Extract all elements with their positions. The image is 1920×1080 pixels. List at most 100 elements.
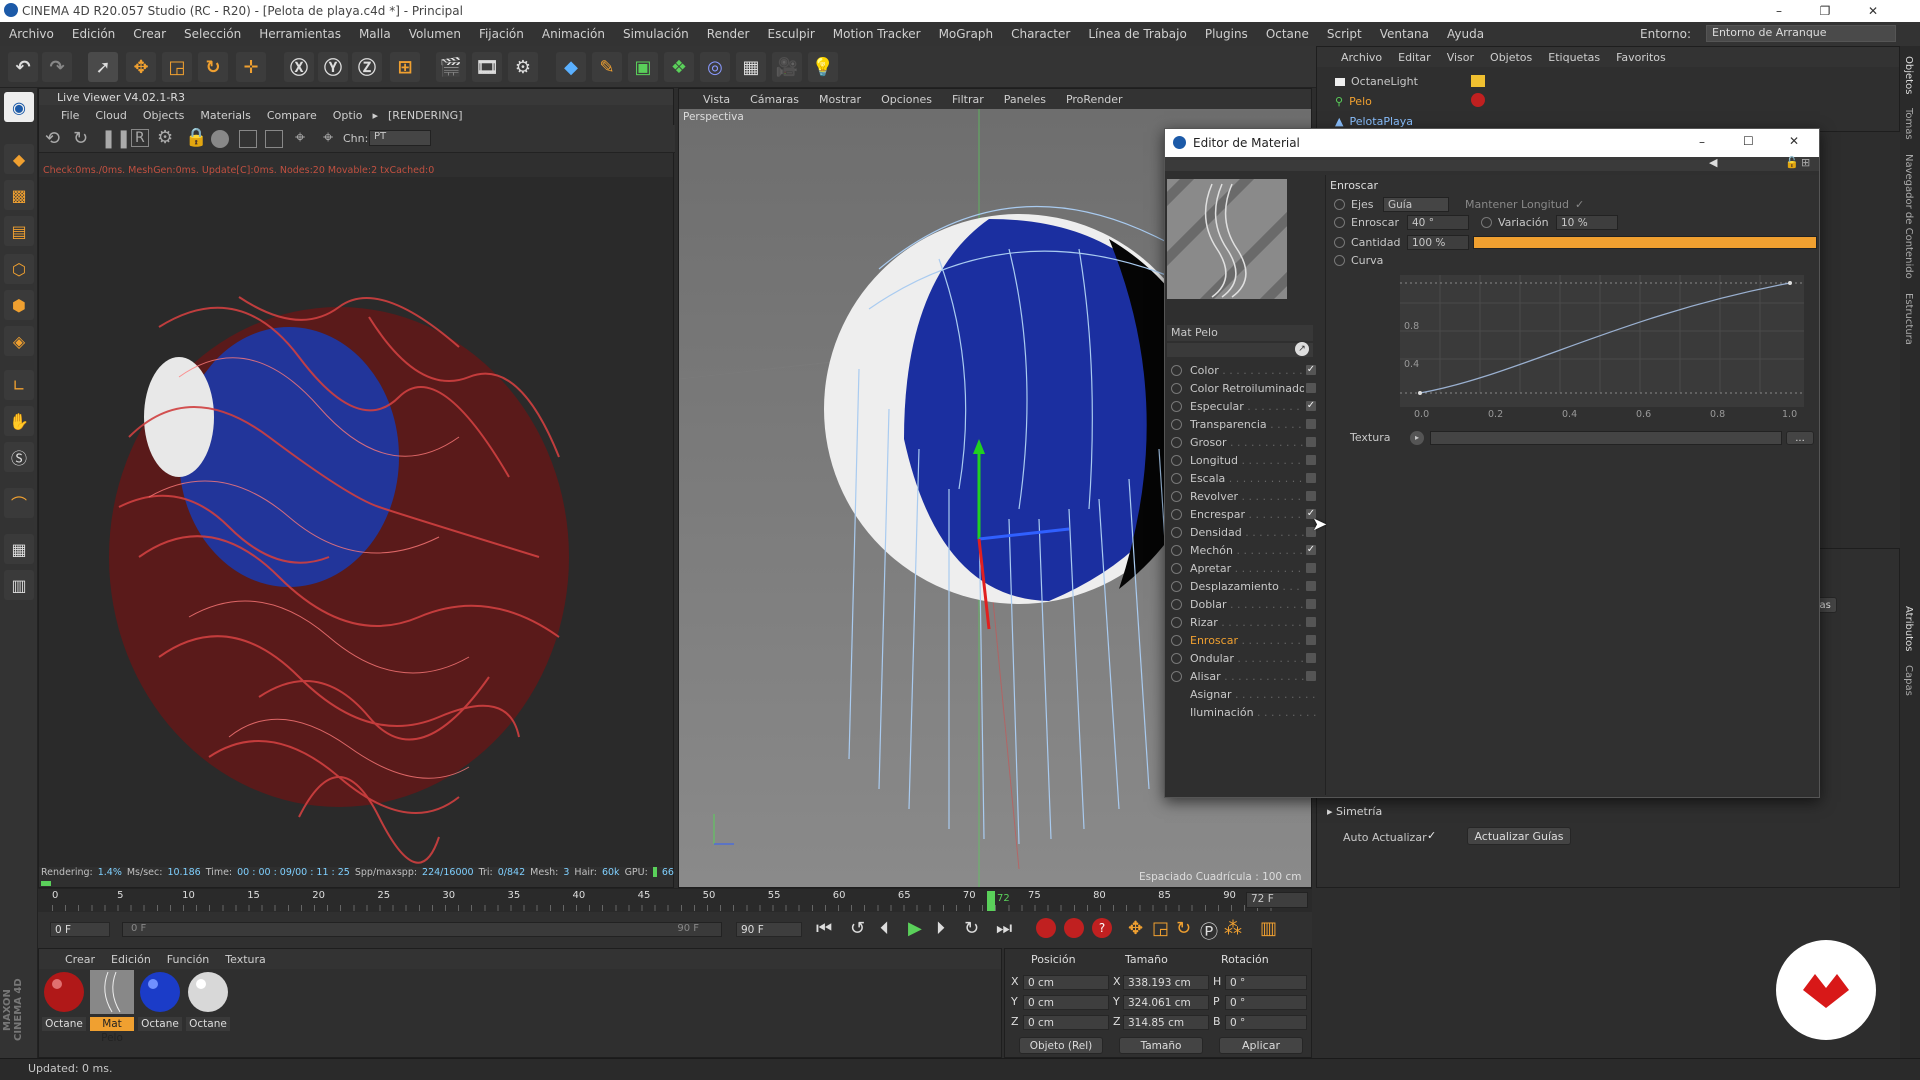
rotation-p-field[interactable]: 0 ° (1225, 995, 1307, 1010)
timeline-window-icon[interactable]: ▥ (1260, 918, 1277, 939)
side-tab-objetos[interactable]: Objetos (1903, 56, 1914, 94)
menu-ayuda[interactable]: Ayuda (1438, 27, 1493, 41)
cantidad-field[interactable]: 100 % (1407, 234, 1469, 250)
lv-material-ball-icon[interactable] (211, 130, 229, 148)
om-menu-archivo[interactable]: Archivo (1333, 51, 1390, 64)
floor-icon[interactable]: ▦ (736, 52, 766, 82)
channel-alisar[interactable]: Alisar (1171, 667, 1316, 685)
menu-edicion[interactable]: Edición (63, 27, 124, 41)
pen-spline-icon[interactable]: ✎ (592, 52, 622, 82)
lv-lock-icon[interactable]: 🔒 (185, 127, 207, 148)
lv-menu-compare[interactable]: Compare (259, 109, 325, 122)
size-z-field[interactable]: 314.85 cm (1123, 1015, 1209, 1030)
om-menu-objetos[interactable]: Objetos (1482, 51, 1540, 64)
side-tab-estructura[interactable]: Estructura (1903, 293, 1914, 345)
vp-menu-paneles[interactable]: Paneles (994, 93, 1056, 106)
menu-simulacion[interactable]: Simulación (614, 27, 698, 41)
go-to-end-icon[interactable]: ⏭ (996, 918, 1012, 939)
lv-pick-focus-icon[interactable]: ⌖ (295, 127, 305, 148)
channel-color[interactable]: Color✓ (1171, 361, 1316, 379)
play-icon[interactable]: ▶ (908, 918, 922, 939)
camera-icon[interactable]: 🎥 (772, 52, 802, 82)
dialog-minimize-icon[interactable]: – (1699, 135, 1705, 149)
render-settings-icon[interactable]: ⚙ (508, 52, 538, 82)
solo-mode-icon[interactable]: Ⓢ (4, 442, 34, 472)
textura-slot[interactable] (1430, 431, 1782, 445)
octane-live-viewer-icon[interactable]: ◉ (4, 92, 34, 122)
lv-channel-dropdown[interactable]: PT (369, 130, 431, 146)
channel-rizar[interactable]: Rizar (1171, 613, 1316, 631)
channel-encrespar[interactable]: Encrespar✓ (1171, 505, 1316, 523)
record-keys-icon[interactable] (1036, 918, 1056, 938)
next-frame-icon[interactable]: ⏵ (936, 918, 945, 939)
deformer-icon[interactable]: ◎ (700, 52, 730, 82)
channel-color-retroiluminado[interactable]: Color Retroiluminado (1171, 379, 1316, 397)
channel-mechon[interactable]: Mechón✓ (1171, 541, 1316, 559)
move-tool-icon[interactable]: ✥ (126, 52, 156, 82)
menu-fijacion[interactable]: Fijación (470, 27, 533, 41)
lv-settings-icon[interactable]: ⚙ (157, 127, 173, 148)
channel-checkbox[interactable] (1306, 383, 1316, 393)
menu-esculpir[interactable]: Esculpir (759, 27, 824, 41)
minimize-icon[interactable]: – (1756, 0, 1802, 22)
channel-checkbox[interactable]: ✓ (1306, 365, 1316, 375)
channel-grosor[interactable]: Grosor (1171, 433, 1316, 451)
cantidad-slider[interactable] (1473, 235, 1817, 249)
size-x-field[interactable]: 338.193 cm (1123, 975, 1209, 990)
channel-checkbox[interactable]: ✓ (1306, 401, 1316, 411)
vp-menu-prorender[interactable]: ProRender (1056, 93, 1133, 106)
lv-menu-objects[interactable]: Objects (135, 109, 193, 122)
polygons-mode-icon[interactable]: ◈ (4, 326, 34, 356)
workplane-lock-icon[interactable]: ▥ (4, 570, 34, 600)
update-guides-button[interactable]: Actualizar Guías (1467, 827, 1571, 845)
menu-linea-de-trabajo[interactable]: Línea de Trabajo (1079, 27, 1196, 41)
material-mat-pelo[interactable]: Mat Pelo (90, 970, 134, 1044)
material-octane-red[interactable]: Octane (42, 970, 86, 1031)
menu-mograph[interactable]: MoGraph (930, 27, 1003, 41)
rotation-b-field[interactable]: 0 ° (1225, 1015, 1307, 1030)
om-item-pelo[interactable]: ⚲ Pelo (1335, 95, 1372, 108)
channel-checkbox[interactable] (1306, 473, 1316, 483)
lv-restart-icon[interactable]: ↻ (73, 128, 88, 149)
dialog-close-icon[interactable]: ✕ (1789, 134, 1799, 148)
key-parameter-icon[interactable]: Ⓟ (1200, 918, 1218, 944)
om-item-octanelight[interactable]: OctaneLight (1335, 75, 1418, 88)
material-octane-blue[interactable]: Octane (138, 970, 182, 1031)
channel-doblar[interactable]: Doblar (1171, 595, 1316, 613)
menu-animacion[interactable]: Animación (533, 27, 614, 41)
model-mode-icon[interactable]: ◆ (4, 144, 34, 174)
om-menu-editar[interactable]: Editar (1390, 51, 1439, 64)
textura-browse-button[interactable]: ... (1786, 431, 1814, 445)
render-view-icon[interactable]: 🎬 (436, 52, 466, 82)
side-tab-atributos[interactable]: Atributos (1903, 606, 1914, 651)
menu-plugins[interactable]: Plugins (1196, 27, 1257, 41)
channel-checkbox[interactable] (1306, 491, 1316, 501)
key-pla-icon[interactable]: ⁂ (1224, 918, 1242, 939)
ejes-dropdown[interactable]: Guía (1383, 196, 1449, 212)
environment-dropdown[interactable]: Entorno de Arranque (1706, 25, 1896, 42)
position-z-field[interactable]: 0 cm (1023, 1015, 1109, 1030)
z-axis-lock-icon[interactable]: Ⓩ (352, 52, 382, 82)
y-axis-lock-icon[interactable]: Ⓨ (318, 52, 348, 82)
coordinate-system-icon[interactable]: ⊞ (390, 52, 420, 82)
mm-menu-edicion[interactable]: Edición (103, 953, 159, 966)
menu-archivo[interactable]: Archivo (0, 27, 63, 41)
dialog-maximize-icon[interactable]: ☐ (1743, 134, 1754, 148)
keyframe-selection-icon[interactable]: ? (1092, 918, 1112, 938)
coord-mode-dropdown[interactable]: Objeto (Rel) (1019, 1037, 1103, 1054)
edges-mode-icon[interactable]: ⬢ (4, 290, 34, 320)
rotate-tool-icon[interactable]: ↻ (198, 52, 228, 82)
om-item-pelotaplaya[interactable]: ▲ PelotaPlaya (1335, 115, 1413, 128)
key-rotation-icon[interactable]: ↻ (1176, 918, 1191, 939)
key-scale-icon[interactable]: ◲ (1152, 918, 1169, 939)
om-menu-favoritos[interactable]: Favoritos (1608, 51, 1674, 64)
timeline-ruler[interactable]: 0 5 10 15 20 25 30 35 40 45 50 55 60 65 70 75 80 85 90 72 … (38, 888, 1312, 912)
vp-menu-mostrar[interactable]: Mostrar (809, 93, 871, 106)
channel-checkbox[interactable] (1306, 455, 1316, 465)
channel-checkbox[interactable] (1306, 617, 1316, 627)
position-y-field[interactable]: 0 cm (1023, 995, 1109, 1010)
textura-expand-icon[interactable]: ▸ (1410, 431, 1424, 445)
position-x-field[interactable]: 0 cm (1023, 975, 1109, 990)
curve-end-point[interactable] (1788, 281, 1792, 285)
channel-ondular[interactable]: Ondular (1171, 649, 1316, 667)
